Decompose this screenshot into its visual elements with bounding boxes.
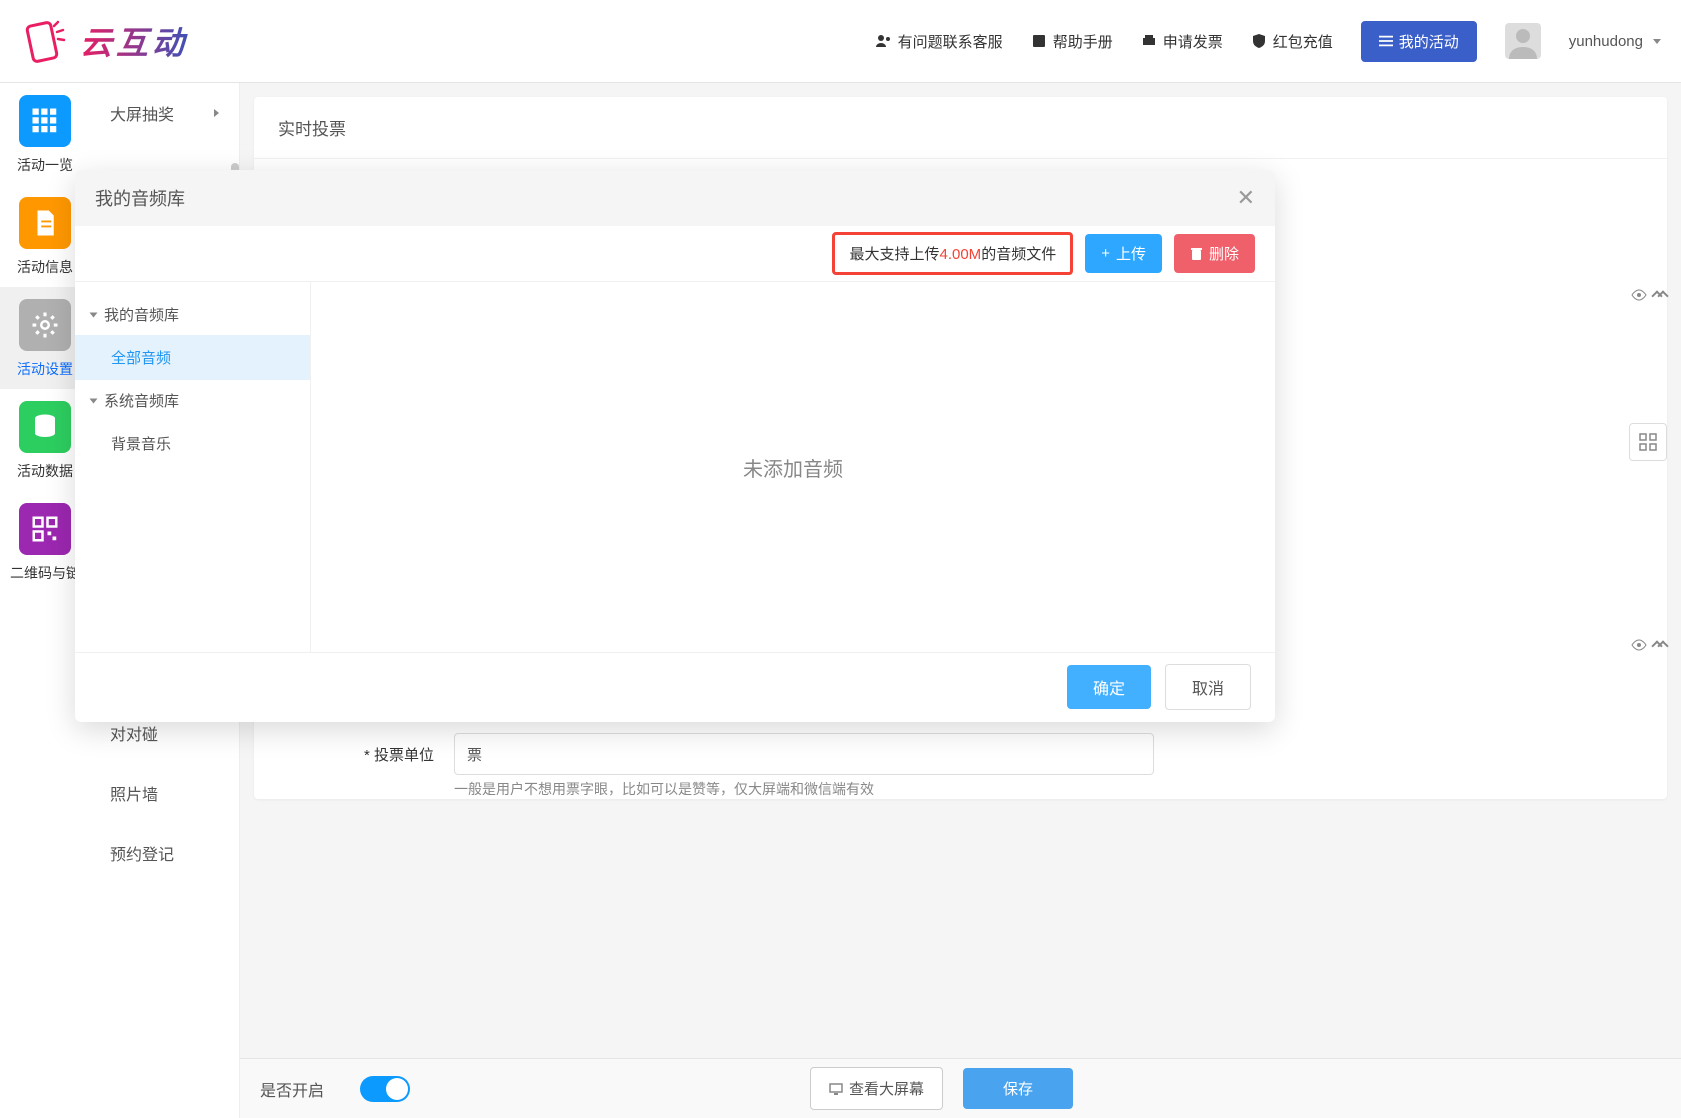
- modal-title: 我的音频库: [95, 185, 185, 211]
- tree-bg-music[interactable]: 背景音乐: [75, 421, 310, 466]
- audio-library-modal: 我的音频库 ✕ 最大支持上传4.00M的音频文件 + 上传 删除 我的音频库: [75, 170, 1275, 722]
- modal-sidebar: 我的音频库 全部音频 系统音频库 背景音乐: [75, 282, 311, 652]
- chevron-down-icon: [90, 312, 98, 317]
- confirm-button[interactable]: 确定: [1067, 665, 1151, 709]
- tree-system-library[interactable]: 系统音频库: [75, 380, 310, 421]
- modal-body: 我的音频库 全部音频 系统音频库 背景音乐 未添加音频: [75, 282, 1275, 652]
- modal-footer: 确定 取消: [75, 652, 1275, 720]
- plus-icon: +: [1101, 245, 1110, 262]
- upload-limit-hint: 最大支持上传4.00M的音频文件: [832, 232, 1073, 275]
- modal-overlay: 我的音频库 ✕ 最大支持上传4.00M的音频文件 + 上传 删除 我的音频库: [0, 0, 1681, 1118]
- tree-my-library[interactable]: 我的音频库: [75, 294, 310, 335]
- modal-header: 我的音频库 ✕: [75, 170, 1275, 226]
- cancel-button[interactable]: 取消: [1165, 664, 1251, 710]
- upload-button[interactable]: + 上传: [1085, 234, 1162, 273]
- modal-toolbar: 最大支持上传4.00M的音频文件 + 上传 删除: [75, 226, 1275, 282]
- modal-close-button[interactable]: ✕: [1237, 185, 1255, 211]
- tree-all-audio[interactable]: 全部音频: [75, 335, 310, 380]
- trash-icon: [1190, 247, 1203, 260]
- chevron-down-icon: [90, 398, 98, 403]
- modal-empty-state: 未添加音频: [311, 282, 1275, 652]
- delete-button[interactable]: 删除: [1174, 234, 1255, 273]
